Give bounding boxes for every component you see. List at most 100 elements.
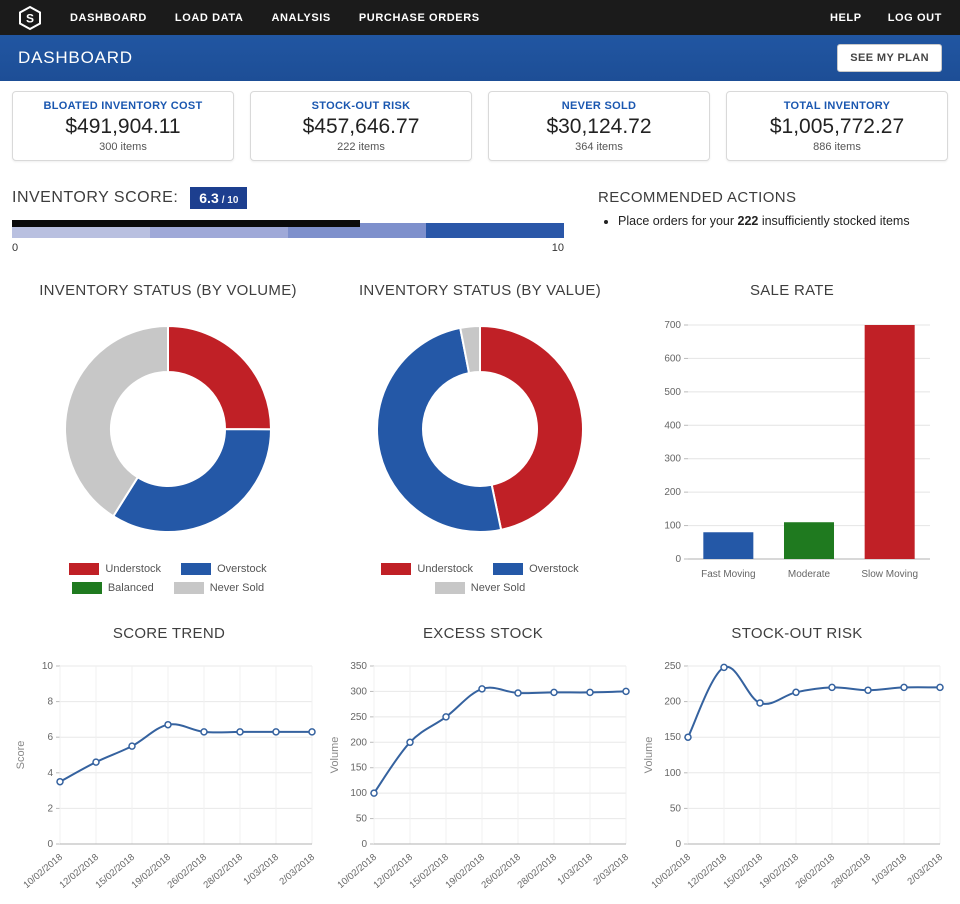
svg-text:200: 200 bbox=[350, 737, 367, 748]
svg-text:250: 250 bbox=[350, 712, 367, 723]
donut-svg bbox=[48, 309, 288, 549]
legend-item-overstock[interactable]: Overstock bbox=[493, 563, 579, 575]
stat-card-stockout-risk: STOCK-OUT RISK $457,646.77 222 items bbox=[250, 91, 472, 161]
svg-text:1/03/2018: 1/03/2018 bbox=[869, 852, 908, 888]
svg-text:Score: Score bbox=[15, 741, 27, 770]
line-chart-stockout-risk: Volume05010015020025010/02/201812/02/201… bbox=[640, 652, 954, 904]
legend-item-never-sold[interactable]: Never Sold bbox=[174, 582, 264, 594]
score-indicator bbox=[12, 220, 360, 227]
svg-text:600: 600 bbox=[664, 353, 681, 364]
stat-items-count: 886 items bbox=[731, 141, 943, 153]
chart-title-excess-stock: EXCESS STOCK bbox=[326, 625, 640, 642]
svg-text:1/03/2018: 1/03/2018 bbox=[555, 852, 594, 888]
score-scale-max: 10 bbox=[552, 242, 564, 254]
svg-text:350: 350 bbox=[350, 661, 367, 672]
svg-text:2/03/2018: 2/03/2018 bbox=[277, 852, 316, 888]
svg-text:S: S bbox=[26, 11, 34, 25]
donut-chart-status-value: Understock Overstock Never Sold bbox=[324, 309, 636, 594]
svg-text:Slow Moving: Slow Moving bbox=[861, 569, 918, 580]
line-chart-svg: Score024681010/02/201812/02/201815/02/20… bbox=[12, 652, 326, 904]
svg-text:200: 200 bbox=[664, 697, 681, 708]
stat-card-never-sold: NEVER SOLD $30,124.72 364 items bbox=[488, 91, 710, 161]
score-max: / 10 bbox=[222, 195, 239, 206]
svg-text:Fast Moving: Fast Moving bbox=[701, 569, 755, 580]
svg-text:Volume: Volume bbox=[643, 737, 655, 774]
svg-text:150: 150 bbox=[350, 763, 367, 774]
nav-menu: DASHBOARD LOAD DATA ANALYSIS PURCHASE OR… bbox=[70, 12, 830, 24]
svg-text:100: 100 bbox=[664, 768, 681, 779]
stat-title: TOTAL INVENTORY bbox=[731, 100, 943, 112]
stat-title: NEVER SOLD bbox=[493, 100, 705, 112]
chart-title-score-trend: SCORE TREND bbox=[12, 625, 326, 642]
legend-item-never-sold[interactable]: Never Sold bbox=[435, 582, 525, 594]
app-logo[interactable]: S bbox=[18, 6, 42, 30]
svg-text:2/03/2018: 2/03/2018 bbox=[591, 852, 630, 888]
stat-items-count: 364 items bbox=[493, 141, 705, 153]
svg-text:0: 0 bbox=[675, 554, 681, 565]
nav-item-help[interactable]: HELP bbox=[830, 12, 862, 24]
score-scale-min: 0 bbox=[12, 242, 18, 254]
svg-text:6: 6 bbox=[47, 732, 53, 743]
stat-card-bloated-inventory: BLOATED INVENTORY COST $491,904.11 300 i… bbox=[12, 91, 234, 161]
nav-item-logout[interactable]: LOG OUT bbox=[888, 12, 942, 24]
score-value: 6.3 bbox=[199, 190, 218, 206]
stat-items-count: 222 items bbox=[255, 141, 467, 153]
svg-text:0: 0 bbox=[675, 839, 681, 850]
stat-value: $457,646.77 bbox=[255, 115, 467, 139]
chart-legend: Understock Overstock Balanced Never Sold bbox=[38, 563, 298, 594]
svg-text:100: 100 bbox=[664, 521, 681, 532]
svg-text:50: 50 bbox=[670, 803, 682, 814]
line-chart-svg: Volume05010015020025030035010/02/201812/… bbox=[326, 652, 640, 904]
svg-text:2/03/2018: 2/03/2018 bbox=[905, 852, 944, 888]
stat-card-total-inventory: TOTAL INVENTORY $1,005,772.27 886 items bbox=[726, 91, 948, 161]
svg-text:28/02/2018: 28/02/2018 bbox=[829, 852, 872, 891]
svg-text:500: 500 bbox=[664, 387, 681, 398]
top-navbar: S DASHBOARD LOAD DATA ANALYSIS PURCHASE … bbox=[0, 0, 960, 35]
stat-cards-row: BLOATED INVENTORY COST $491,904.11 300 i… bbox=[12, 91, 948, 161]
svg-text:4: 4 bbox=[47, 768, 53, 779]
page-title: DASHBOARD bbox=[18, 48, 133, 68]
see-my-plan-button[interactable]: SEE MY PLAN bbox=[837, 44, 942, 72]
logo-hexagon-icon: S bbox=[18, 6, 42, 30]
recommended-actions-block: RECOMMENDED ACTIONS Place orders for you… bbox=[564, 187, 948, 254]
recommended-action-item: Place orders for your 222 insufficiently… bbox=[618, 214, 948, 228]
nav-right-menu: HELP LOG OUT bbox=[830, 12, 942, 24]
svg-text:1/03/2018: 1/03/2018 bbox=[241, 852, 280, 888]
svg-text:28/02/2018: 28/02/2018 bbox=[515, 852, 558, 891]
chart-title-status-volume: INVENTORY STATUS (BY VOLUME) bbox=[12, 282, 324, 299]
page-header: DASHBOARD SEE MY PLAN bbox=[0, 35, 960, 81]
nav-item-dashboard[interactable]: DASHBOARD bbox=[70, 12, 147, 24]
svg-text:100: 100 bbox=[350, 788, 367, 799]
inventory-score-label: INVENTORY SCORE: bbox=[12, 189, 178, 207]
stat-value: $491,904.11 bbox=[17, 115, 229, 139]
stat-value: $30,124.72 bbox=[493, 115, 705, 139]
legend-item-understock[interactable]: Understock bbox=[381, 563, 473, 575]
svg-text:250: 250 bbox=[664, 661, 681, 672]
legend-item-understock[interactable]: Understock bbox=[69, 563, 161, 575]
donut-svg bbox=[360, 309, 600, 549]
line-chart-excess-stock: Volume05010015020025030035010/02/201812/… bbox=[326, 652, 640, 904]
nav-item-analysis[interactable]: ANALYSIS bbox=[271, 12, 330, 24]
stat-title: STOCK-OUT RISK bbox=[255, 100, 467, 112]
legend-item-balanced[interactable]: Balanced bbox=[72, 582, 154, 594]
bar-chart-sale-rate: 0100200300400500600700Fast MovingModerat… bbox=[636, 309, 948, 597]
nav-item-load-data[interactable]: LOAD DATA bbox=[175, 12, 244, 24]
svg-text:0: 0 bbox=[47, 839, 53, 850]
inventory-score-block: INVENTORY SCORE: 6.3 / 10 0 10 bbox=[12, 187, 564, 254]
legend-item-overstock[interactable]: Overstock bbox=[181, 563, 267, 575]
line-chart-svg: Volume05010015020025010/02/201812/02/201… bbox=[640, 652, 954, 904]
donut-chart-status-volume: Understock Overstock Balanced Never Sold bbox=[12, 309, 324, 594]
svg-text:300: 300 bbox=[350, 686, 367, 697]
stat-title: BLOATED INVENTORY COST bbox=[17, 100, 229, 112]
svg-text:0: 0 bbox=[361, 839, 367, 850]
chart-title-sale-rate: SALE RATE bbox=[636, 282, 948, 299]
line-chart-score-trend: Score024681010/02/201812/02/201815/02/20… bbox=[12, 652, 326, 904]
bar-chart-svg: 0100200300400500600700Fast MovingModerat… bbox=[640, 309, 944, 597]
svg-text:200: 200 bbox=[664, 487, 681, 498]
svg-text:8: 8 bbox=[47, 697, 53, 708]
stat-items-count: 300 items bbox=[17, 141, 229, 153]
score-badge: 6.3 / 10 bbox=[190, 187, 247, 209]
chart-title-status-value: INVENTORY STATUS (BY VALUE) bbox=[324, 282, 636, 299]
svg-text:2: 2 bbox=[47, 803, 53, 814]
nav-item-purchase-orders[interactable]: PURCHASE ORDERS bbox=[359, 12, 480, 24]
